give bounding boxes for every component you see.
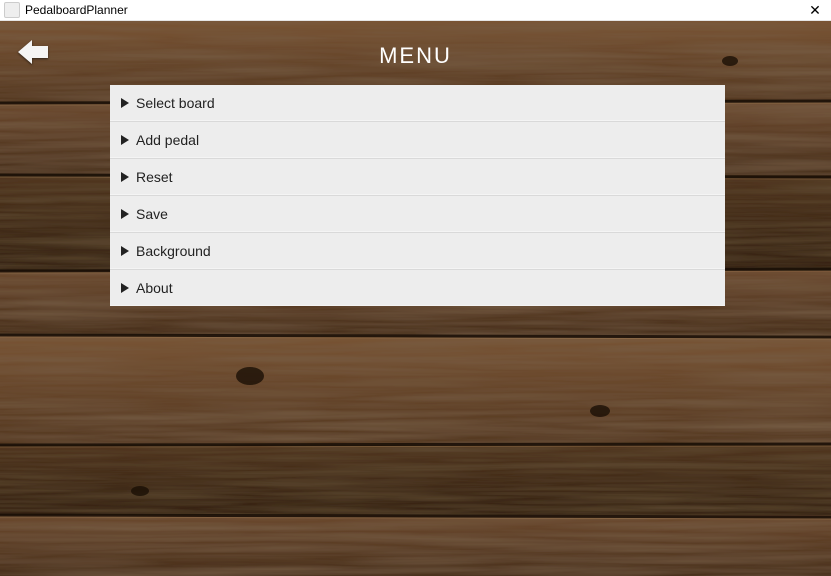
menu-item-label: About — [136, 280, 173, 296]
menu-item-reset[interactable]: Reset — [110, 159, 725, 196]
chevron-right-icon — [120, 172, 130, 182]
titlebar-left: PedalboardPlanner — [4, 0, 128, 20]
window-title: PedalboardPlanner — [25, 0, 128, 20]
menu-item-label: Add pedal — [136, 132, 199, 148]
menu-heading: MENU — [0, 43, 831, 69]
menu-item-label: Reset — [136, 169, 173, 185]
menu-item-label: Background — [136, 243, 211, 259]
chevron-right-icon — [120, 209, 130, 219]
close-button[interactable]: ✕ — [805, 1, 825, 19]
menu-item-add-pedal[interactable]: Add pedal — [110, 122, 725, 159]
menu-item-save[interactable]: Save — [110, 196, 725, 233]
menu-item-label: Select board — [136, 95, 215, 111]
menu-list: Select board Add pedal Reset Save Backgr… — [110, 85, 725, 306]
titlebar: PedalboardPlanner ✕ — [0, 0, 831, 21]
app-icon — [4, 2, 20, 18]
menu-item-about[interactable]: About — [110, 270, 725, 306]
chevron-right-icon — [120, 135, 130, 145]
menu-item-select-board[interactable]: Select board — [110, 85, 725, 122]
chevron-right-icon — [120, 98, 130, 108]
chevron-right-icon — [120, 283, 130, 293]
menu-item-label: Save — [136, 206, 168, 222]
app-body: MENU Select board Add pedal Reset Save — [0, 21, 831, 576]
chevron-right-icon — [120, 246, 130, 256]
menu-item-background[interactable]: Background — [110, 233, 725, 270]
